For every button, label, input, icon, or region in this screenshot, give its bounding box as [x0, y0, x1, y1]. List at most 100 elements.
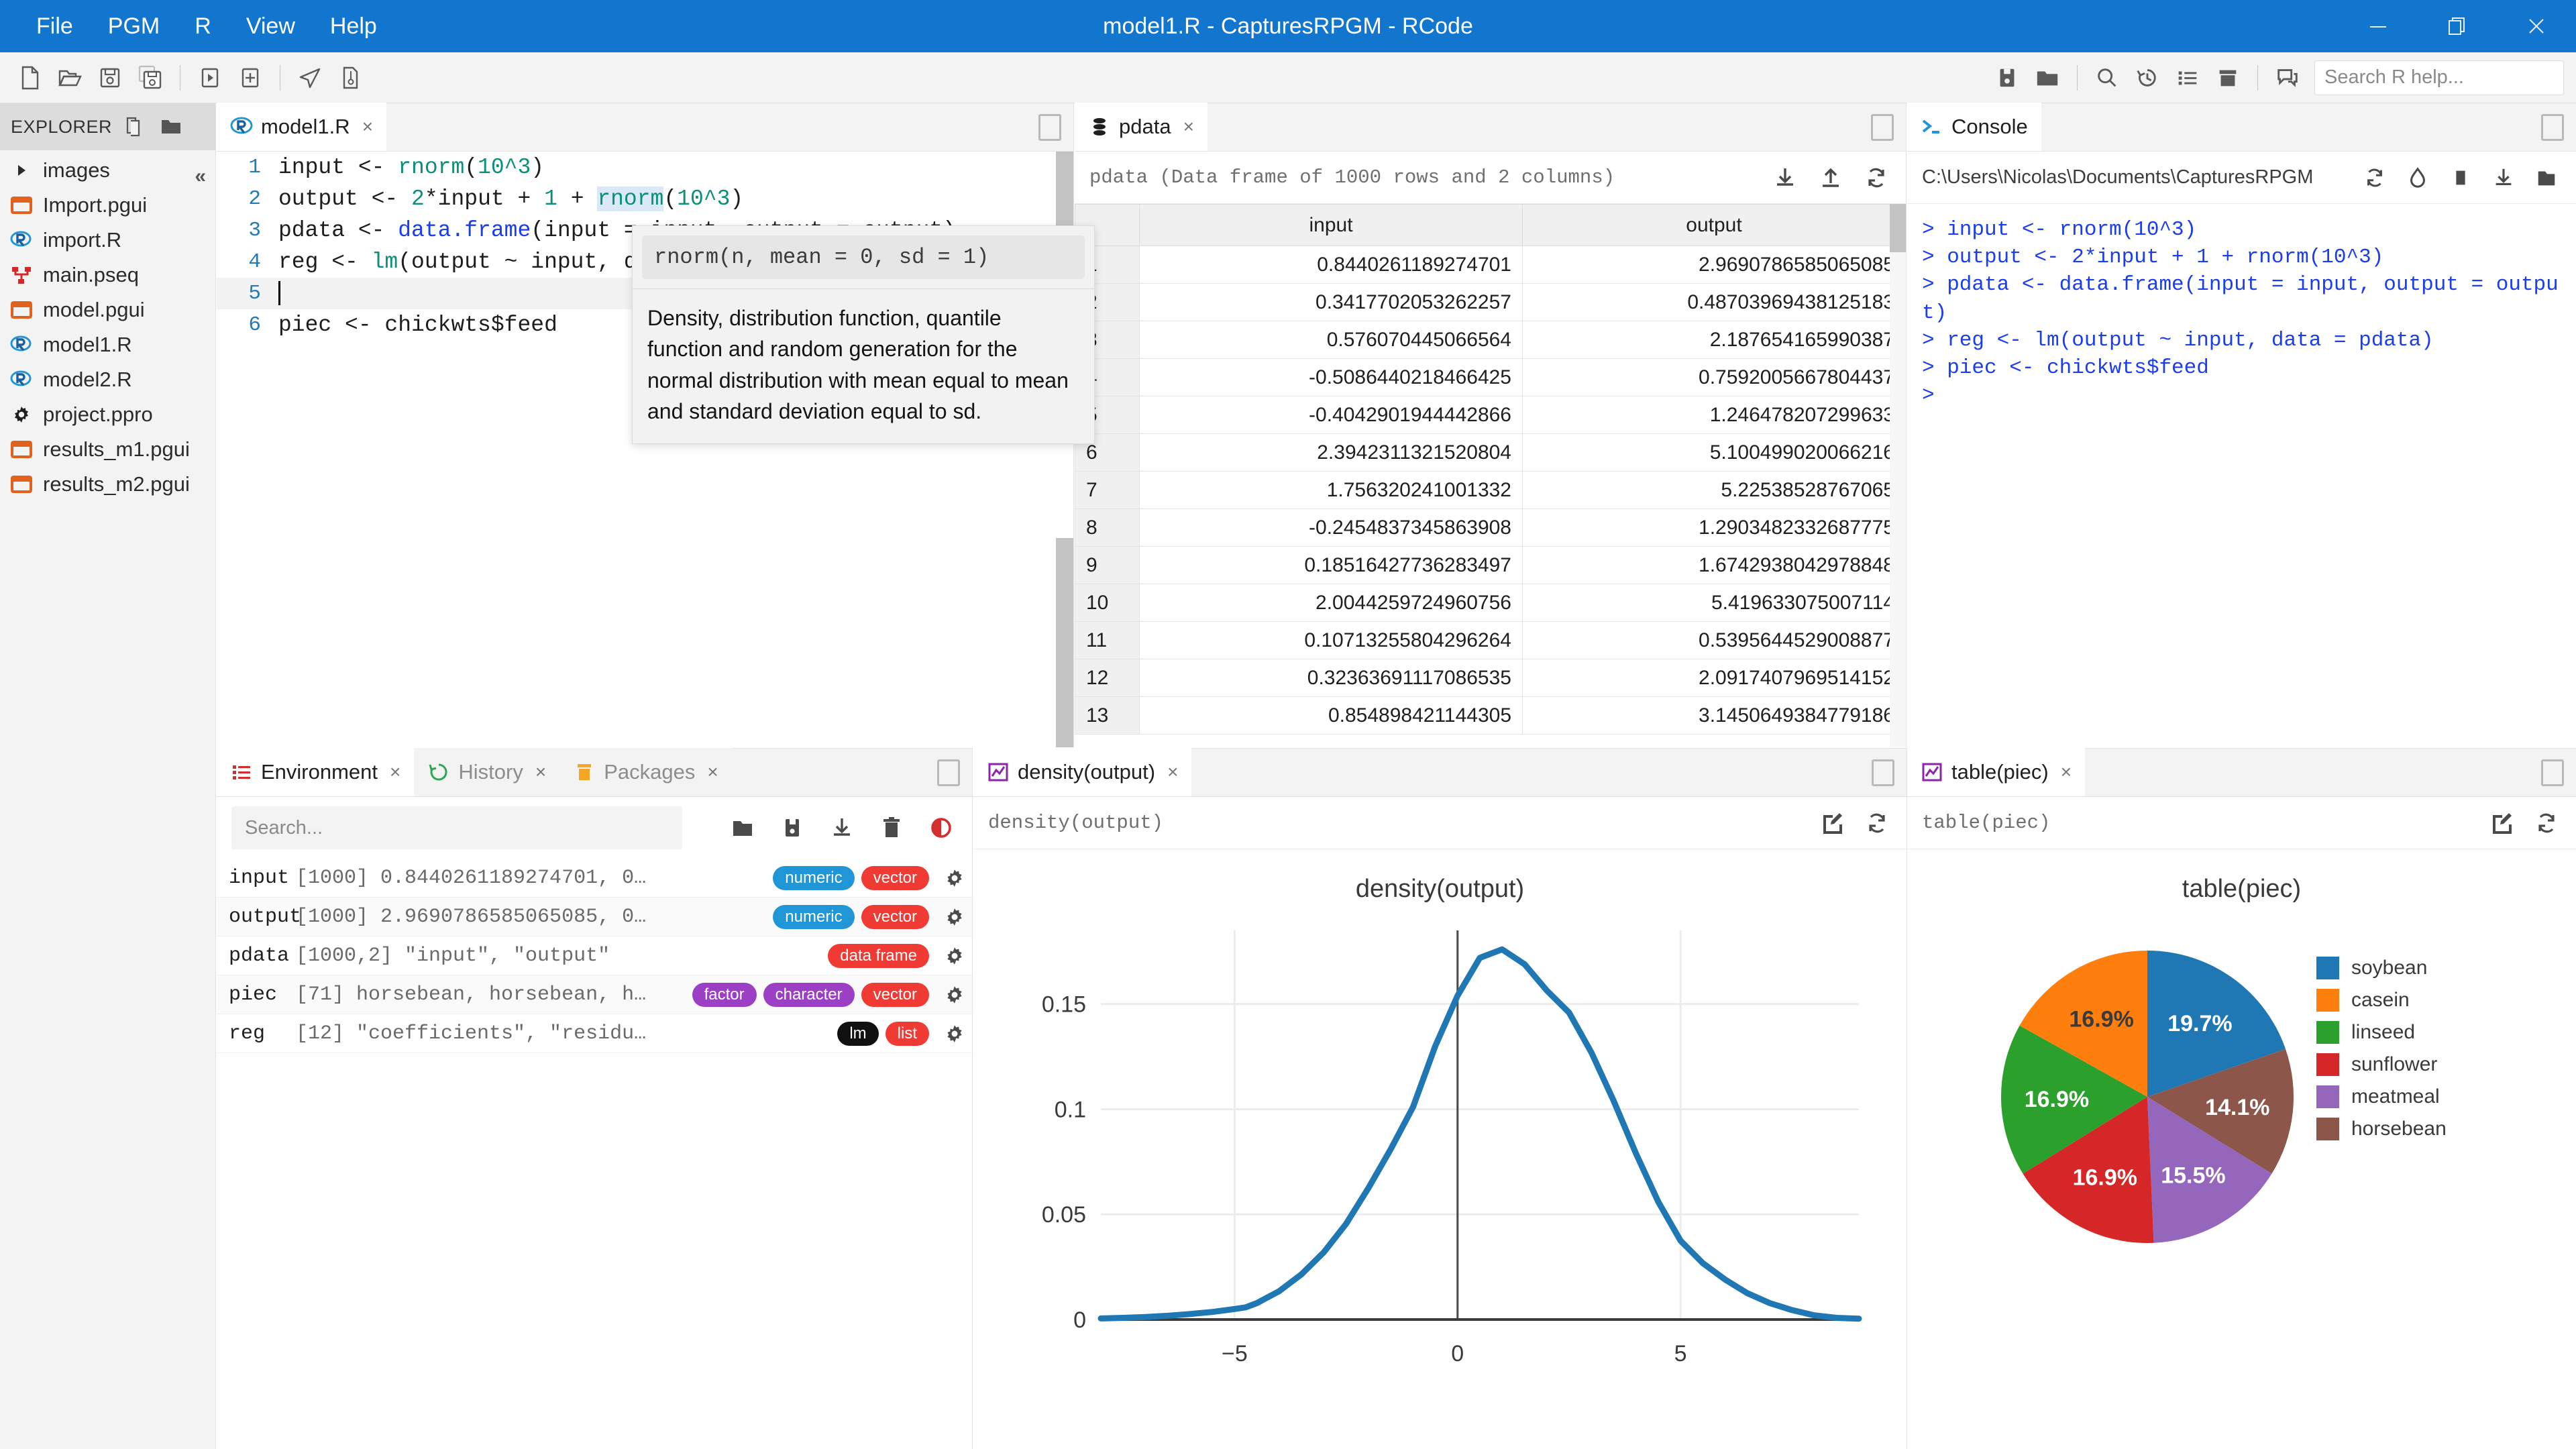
- close-icon[interactable]: ×: [1183, 116, 1194, 138]
- console-output[interactable]: > input <- rnorm(10^3) > output <- 2*inp…: [1907, 204, 2576, 422]
- open-folder-icon[interactable]: [51, 59, 89, 97]
- file-item-project-ppro[interactable]: project.ppro: [0, 397, 215, 432]
- pdata-scrollbar[interactable]: [1890, 204, 1906, 747]
- gear-icon[interactable]: [937, 1022, 972, 1045]
- collapse-sidebar-icon[interactable]: «: [195, 165, 206, 188]
- script-icon[interactable]: [331, 59, 369, 97]
- tab-environment[interactable]: Environment ×: [217, 748, 415, 796]
- file-item-import-r[interactable]: import.R: [0, 223, 215, 258]
- pdata-table-wrap[interactable]: input output 10.84402611892747012.969078…: [1075, 204, 1906, 747]
- table-row[interactable]: 12 0.32363691117086535 2.0917407969514152: [1075, 659, 1906, 697]
- close-icon[interactable]: ×: [1167, 761, 1178, 783]
- table-row[interactable]: 8 -0.2454837345863908 1.2903482332687775: [1075, 508, 1906, 547]
- save-all-icon[interactable]: [131, 59, 169, 97]
- search-input[interactable]: Search R help...: [2314, 60, 2564, 95]
- tab-table-piec[interactable]: table(piec) ×: [1907, 748, 2086, 796]
- tab-packages[interactable]: Packages ×: [559, 748, 732, 796]
- folder-icon[interactable]: [2532, 163, 2561, 193]
- scrollbar-thumb-2[interactable]: [1056, 538, 1073, 747]
- trash-icon[interactable]: [877, 813, 906, 843]
- legend-item[interactable]: sunflower: [2316, 1049, 2447, 1081]
- menu-view[interactable]: View: [229, 8, 313, 45]
- refresh-icon[interactable]: [2360, 163, 2390, 193]
- gear-icon[interactable]: [937, 906, 972, 928]
- environment-row[interactable]: pdata [1000,2] "input", "output" data fram…: [217, 936, 972, 975]
- menu-help[interactable]: Help: [313, 8, 394, 45]
- restore-icon[interactable]: [2418, 0, 2497, 52]
- save-icon[interactable]: [91, 59, 129, 97]
- close-icon[interactable]: [2497, 0, 2576, 52]
- new-file-icon[interactable]: [11, 59, 48, 97]
- file-item-main-pseq[interactable]: main.pseq: [0, 258, 215, 292]
- environment-row[interactable]: output [1000] 2.9690786585065085, 0… numer…: [217, 898, 972, 936]
- minimize-icon[interactable]: [2339, 0, 2418, 52]
- gear-icon[interactable]: [937, 945, 972, 967]
- environment-row[interactable]: input [1000] 0.8440261189274701, 0… numeri…: [217, 859, 972, 898]
- refresh-icon[interactable]: [1862, 808, 1892, 838]
- table-row[interactable]: 5-0.40429019444428661.246478207299633: [1075, 396, 1906, 434]
- tab-pdata[interactable]: pdata ×: [1075, 103, 1208, 151]
- save-icon-right[interactable]: [1988, 59, 2026, 97]
- import-icon[interactable]: [827, 813, 857, 843]
- legend-item[interactable]: linseed: [2316, 1016, 2447, 1049]
- maximize-environment-icon[interactable]: [937, 759, 960, 786]
- table-row[interactable]: 10 2.0044259724960756 5.419633075007114: [1075, 584, 1906, 622]
- environment-row[interactable]: piec [71] horsebean, horsebean, h… factor c…: [217, 975, 972, 1014]
- send-icon[interactable]: [291, 59, 329, 97]
- legend-item[interactable]: casein: [2316, 984, 2447, 1016]
- table-row[interactable]: 6 2.3942311321520804 5.100499020066216: [1075, 433, 1906, 472]
- download-icon[interactable]: [1770, 163, 1800, 193]
- table-row[interactable]: 10.84402611892747012.9690786585065085: [1075, 246, 1906, 284]
- close-icon[interactable]: ×: [535, 761, 546, 783]
- open-folder-icon[interactable]: [728, 813, 757, 843]
- clear-environment-icon[interactable]: [926, 813, 956, 843]
- file-item-model2-r[interactable]: model2.R: [0, 362, 215, 397]
- table-row[interactable]: 7 1.756320241001332 5.22538528767065: [1075, 471, 1906, 509]
- edit-icon[interactable]: [2486, 808, 2516, 838]
- table-row[interactable]: 30.5760704450665642.187654165990387: [1075, 321, 1906, 359]
- clear-icon[interactable]: [2403, 163, 2432, 193]
- table-row[interactable]: 20.34177020532622570.48703969438125183: [1075, 283, 1906, 321]
- file-item-import-pgui[interactable]: Import.pgui: [0, 188, 215, 223]
- tab-history[interactable]: History ×: [414, 748, 560, 796]
- new-folder-icon[interactable]: [158, 113, 184, 140]
- save-icon[interactable]: [777, 813, 807, 843]
- table-row[interactable]: 4-0.50864402184664250.7592005667804437: [1075, 358, 1906, 396]
- column-header-input[interactable]: input: [1139, 204, 1523, 246]
- legend-item[interactable]: meatmeal: [2316, 1081, 2447, 1113]
- upload-icon[interactable]: [1816, 163, 1845, 193]
- package-icon[interactable]: [2209, 59, 2247, 97]
- tab-console[interactable]: Console: [1907, 103, 2041, 151]
- comment-icon[interactable]: [2269, 59, 2306, 97]
- stop-icon[interactable]: [2446, 163, 2475, 193]
- gear-icon[interactable]: [937, 983, 972, 1006]
- table-row[interactable]: 9 0.18516427736283497 1.6742938042978848: [1075, 546, 1906, 584]
- table-row[interactable]: 13 0.854898421144305 3.1450649384779186: [1075, 696, 1906, 735]
- legend-item[interactable]: soybean: [2316, 952, 2447, 984]
- add-icon[interactable]: [231, 59, 269, 97]
- environment-row[interactable]: reg [12] "coefficients", "residu… lm list: [217, 1014, 972, 1053]
- tab-model1-r[interactable]: model1.R ×: [217, 103, 387, 151]
- close-icon[interactable]: ×: [707, 761, 718, 783]
- file-item-results-m2-pgui[interactable]: results_m2.pgui: [0, 467, 215, 502]
- file-item-model-pgui[interactable]: model.pgui: [0, 292, 215, 327]
- download-icon[interactable]: [2489, 163, 2518, 193]
- column-header-output[interactable]: output: [1522, 204, 1906, 246]
- refresh-icon[interactable]: [2532, 808, 2561, 838]
- file-item-images[interactable]: images: [0, 153, 215, 188]
- close-icon[interactable]: ×: [390, 761, 400, 783]
- history-icon[interactable]: [2129, 59, 2166, 97]
- scrollbar-thumb[interactable]: [1890, 204, 1906, 252]
- legend-item[interactable]: horsebean: [2316, 1113, 2447, 1145]
- open-folder-icon-right[interactable]: [2029, 59, 2066, 97]
- edit-icon[interactable]: [1817, 808, 1846, 838]
- run-icon[interactable]: [191, 59, 229, 97]
- tab-density-output[interactable]: density(output) ×: [973, 748, 1192, 796]
- new-file-icon[interactable]: [121, 113, 148, 140]
- file-item-results-m1-pgui[interactable]: results_m1.pgui: [0, 432, 215, 467]
- search-input[interactable]: Search...: [231, 806, 682, 849]
- menu-r[interactable]: R: [177, 8, 229, 45]
- refresh-icon[interactable]: [1862, 163, 1891, 193]
- menu-file[interactable]: File: [19, 8, 91, 45]
- maximize-density-icon[interactable]: [1872, 759, 1894, 786]
